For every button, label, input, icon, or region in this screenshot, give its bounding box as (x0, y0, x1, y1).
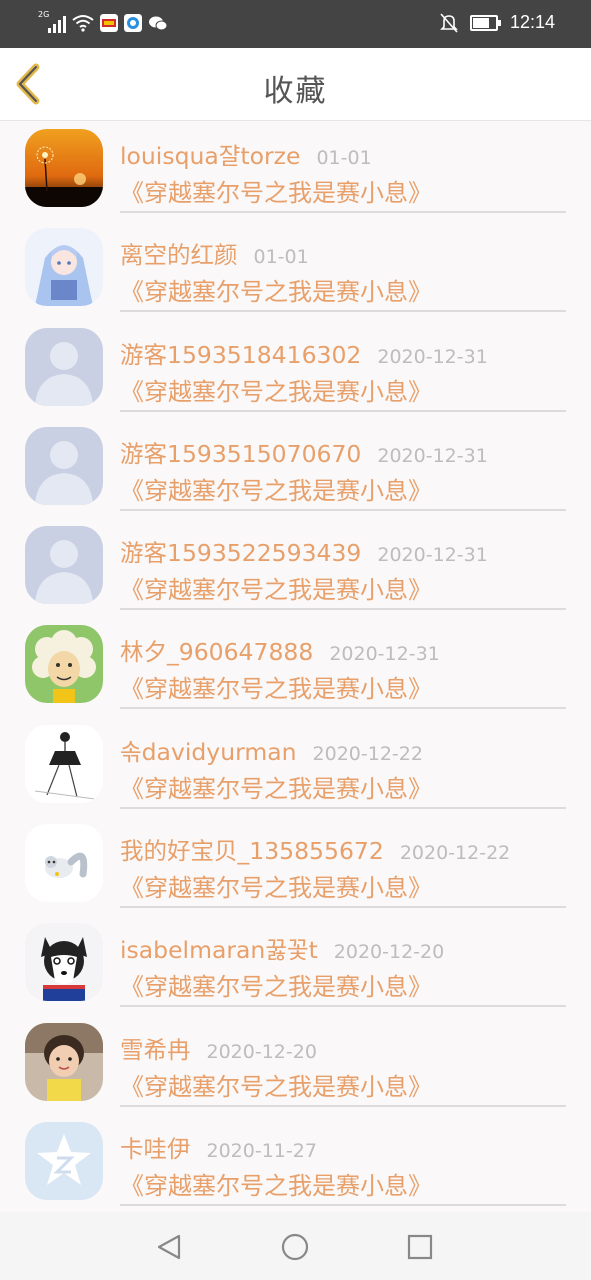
favorite-date: 2020-12-22 (312, 742, 423, 765)
list-item-1[interactable]: 离空的红颜 01-01 《穿越塞尔号之我是赛小息》 (0, 220, 591, 319)
name-line: 솎davidyurman 2020-12-22 (120, 733, 423, 767)
triangle-back-icon (157, 1234, 181, 1260)
favorite-date: 2020-12-22 (399, 842, 511, 865)
name-line: 游客1593522593439 2020-12-31 (120, 534, 488, 568)
square-recents-icon (407, 1234, 433, 1260)
list-item-7[interactable]: 我的好宝贝_135855672 2020-12-22 《穿越塞尔号之我是赛小息》 (0, 816, 591, 915)
list-item-0[interactable]: louisqua쟐torze 01-01 《穿越塞尔号之我是赛小息》 (0, 121, 591, 220)
nav-recents-button[interactable] (403, 1230, 437, 1264)
battery-level (472, 17, 489, 28)
list-item-8[interactable]: isabelmaran꿇꽃t 2020-12-20 《穿越塞尔号之我是赛小息》 (0, 915, 591, 1014)
favorite-date: 01-01 (316, 147, 372, 169)
favorite-date: 2020-12-31 (377, 544, 488, 567)
divider (120, 211, 566, 213)
user-name: 游客1593518416302 (120, 340, 362, 369)
wifi-icon (72, 15, 94, 32)
favorite-date: 2020-11-27 (206, 1139, 317, 1162)
status-time: 12:14 (509, 12, 555, 32)
name-line: 雪希冉 2020-12-20 (120, 1031, 317, 1065)
status-bar: 2G 12:14 (0, 0, 591, 48)
list-item-10[interactable]: 卡哇伊 2020-11-27 《穿越塞尔号之我是赛小息》 (0, 1114, 591, 1213)
status-right: 12:14 (440, 12, 555, 33)
favorite-date: 2020-12-20 (206, 1040, 317, 1063)
name-line: 我的好宝贝_135855672 2020-12-22 (120, 832, 510, 866)
child-photo-avatar[interactable] (25, 1022, 103, 1101)
list-item-5[interactable]: 林夕_960647888 2020-12-31 《穿越塞尔号之我是赛小息》 (0, 617, 591, 716)
divider (120, 906, 566, 909)
divider (120, 508, 566, 511)
sketch-girl-avatar[interactable] (25, 724, 103, 803)
qzone-star-avatar[interactable] (25, 1121, 103, 1200)
name-line: louisqua쟐torze 01-01 (120, 137, 372, 171)
book-title[interactable]: 《穿越塞尔号之我是赛小息》 (120, 1166, 432, 1201)
default-user-avatar[interactable] (25, 426, 103, 505)
book-title[interactable]: 《穿越塞尔号之我是赛小息》 (120, 471, 432, 506)
nav-home-button[interactable] (278, 1230, 312, 1264)
app-notification-icon (100, 14, 118, 32)
name-line: 游客1593518416302 2020-12-31 (120, 336, 488, 370)
list-item-6[interactable]: 솎davidyurman 2020-12-22 《穿越塞尔号之我是赛小息》 (0, 717, 591, 816)
default-user-avatar[interactable] (25, 327, 103, 406)
favorite-date: 01-01 (253, 246, 309, 269)
name-line: 游客1593515070670 2020-12-31 (120, 435, 488, 469)
book-title[interactable]: 《穿越塞尔号之我是赛小息》 (120, 173, 432, 208)
qq-icon (124, 14, 142, 32)
divider (120, 806, 566, 809)
list-item-9[interactable]: 雪希冉 2020-12-20 《穿越塞尔号之我是赛小息》 (0, 1015, 591, 1114)
book-title[interactable]: 《穿越塞尔号之我是赛小息》 (120, 372, 432, 407)
page-title: 收藏 (263, 74, 328, 109)
favorite-date: 2020-12-20 (333, 941, 445, 964)
favorite-date: 2020-12-31 (377, 345, 488, 368)
mute-bell-icon (440, 12, 458, 33)
user-name: 离空的红颜 (120, 241, 238, 270)
name-line: 林夕_960647888 2020-12-31 (120, 633, 440, 667)
nav-back-button[interactable] (152, 1230, 186, 1264)
user-name: 我的好宝贝_135855672 (120, 837, 384, 866)
default-user-avatar[interactable] (25, 526, 103, 605)
system-nav-bar (0, 1212, 591, 1280)
cat-avatar[interactable] (25, 824, 103, 903)
name-line: 离空的红颜 01-01 (120, 236, 309, 270)
user-name: 游客1593515070670 (120, 439, 362, 468)
book-title[interactable]: 《穿越塞尔号之我是赛小息》 (120, 272, 432, 307)
divider (120, 1104, 566, 1107)
list-item-2[interactable]: 游客1593518416302 2020-12-31 《穿越塞尔号之我是赛小息》 (0, 320, 591, 419)
divider (120, 707, 566, 710)
list-item-4[interactable]: 游客1593522593439 2020-12-31 《穿越塞尔号之我是赛小息》 (0, 518, 591, 617)
list-item-3[interactable]: 游客1593515070670 2020-12-31 《穿越塞尔号之我是赛小息》 (0, 419, 591, 518)
book-title[interactable]: 《穿越塞尔号之我是赛小息》 (120, 967, 432, 1002)
signal-icon: 2G (38, 10, 66, 33)
name-line: isabelmaran꿇꽃t 2020-12-20 (120, 931, 444, 965)
divider (120, 409, 566, 412)
divider (120, 1005, 566, 1008)
divider (120, 1203, 566, 1206)
book-title[interactable]: 《穿越塞尔号之我是赛小息》 (120, 669, 432, 704)
wechat-icon (149, 16, 168, 31)
favorite-date: 2020-12-31 (377, 444, 488, 467)
book-title[interactable]: 《穿越塞尔号之我是赛小息》 (120, 769, 432, 804)
divider (120, 310, 566, 313)
app-header: 收藏 (0, 48, 591, 121)
user-name: 林夕_960647888 (120, 638, 314, 667)
divider (120, 608, 566, 611)
circle-home-icon (281, 1233, 309, 1261)
husky-dog-avatar[interactable] (25, 923, 103, 1002)
book-title[interactable]: 《穿越塞尔号之我是赛小息》 (120, 570, 432, 605)
cartoon-sheep-avatar[interactable] (25, 625, 103, 704)
book-title[interactable]: 《穿越塞尔号之我是赛小息》 (120, 868, 432, 903)
dandelion-sunset-avatar[interactable] (25, 129, 103, 207)
status-left: 2G (38, 10, 168, 33)
user-name: 雪希冉 (120, 1035, 191, 1064)
anime-girl-avatar[interactable] (25, 228, 103, 307)
user-name: 卡哇伊 (120, 1134, 191, 1163)
user-name: 솎davidyurman (120, 737, 297, 766)
name-line: 卡哇伊 2020-11-27 (120, 1130, 317, 1164)
user-name: 游客1593522593439 (120, 539, 362, 568)
favorite-date: 2020-12-31 (329, 643, 440, 666)
battery-icon (469, 14, 501, 31)
user-name: louisqua쟐torze (120, 142, 301, 170)
user-name: isabelmaran꿇꽃t (120, 936, 318, 965)
favorites-list: louisqua쟐torze 01-01 《穿越塞尔号之我是赛小息》 离空的红颜 0… (0, 121, 591, 1213)
book-title[interactable]: 《穿越塞尔号之我是赛小息》 (120, 1067, 432, 1102)
